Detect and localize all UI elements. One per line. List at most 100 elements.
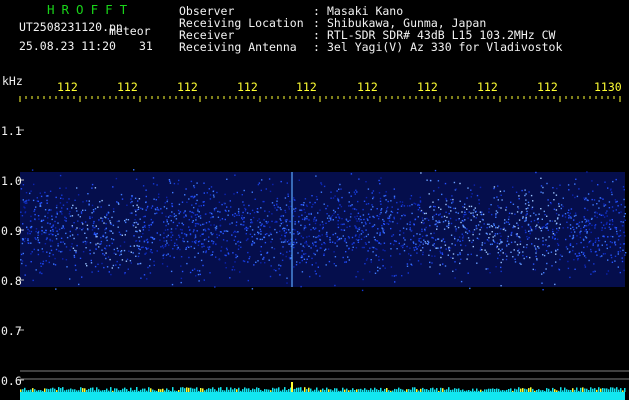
noise-dot [177,246,179,249]
noise-dot [151,237,154,239]
noise-dot [611,223,614,226]
noise-dot [406,205,409,207]
noise-dot [138,245,140,247]
noise-dot [58,228,61,231]
noise-dot [104,247,106,249]
noise-dot [35,228,38,230]
noise-dot [274,228,276,231]
noise-dot [88,204,90,206]
baseline-spike [180,387,182,392]
noise-dot [37,232,39,234]
baseline-spike [34,389,36,392]
noise-dot [522,216,524,218]
baseline-spike [486,389,488,392]
noise-dot [541,227,543,229]
noise-dot [466,208,468,210]
noise-dot [457,254,459,256]
noise-dot [580,227,582,230]
noise-dot [318,234,320,237]
noise-dot [202,251,205,253]
baseline-spike [346,388,348,392]
noise-dot [154,212,156,215]
noise-dot [360,233,363,235]
noise-dot [356,215,358,217]
noise-dot [126,258,129,261]
noise-dot [518,219,521,221]
noise-dot [365,229,367,231]
noise-dot [429,205,432,208]
noise-dot [156,232,158,234]
baseline-spike [98,389,100,392]
noise-dot [495,226,497,228]
noise-dot [175,228,177,230]
noise-dot [203,279,205,281]
noise-dot [624,213,626,215]
noise-dot [191,216,193,218]
noise-dot [334,195,336,197]
noise-dot [304,198,307,200]
noise-dot [306,244,308,246]
baseline-spike [462,389,464,392]
baseline-spike [266,389,268,392]
noise-dot [251,191,253,193]
x-tick-label: 112 [417,80,438,94]
noise-dot [328,220,330,222]
noise-dot [269,190,272,193]
noise-dot [354,193,356,195]
noise-dot [263,225,265,227]
noise-dot [142,226,144,229]
noise-dot [454,238,456,240]
noise-dot [369,247,371,249]
noise-dot [586,246,588,248]
noise-dot [542,186,544,189]
noise-dot [450,256,452,259]
noise-dot [387,200,389,203]
noise-dot [208,248,210,250]
noise-dot [376,215,378,217]
noise-dot [505,244,508,246]
noise-dot [234,174,236,176]
noise-dot [145,239,148,241]
noise-dot [119,254,121,256]
baseline-spike [618,389,620,392]
noise-dot [500,261,502,264]
noise-dot [207,240,210,243]
noise-dot [488,240,490,242]
noise-dot [472,231,474,233]
noise-dot [300,243,302,245]
baseline-fill [20,392,625,400]
noise-dot [238,208,240,210]
noise-dot [105,222,107,225]
baseline-spike [454,388,456,392]
noise-dot [305,226,307,229]
noise-dot [586,171,588,173]
noise-dot [333,251,335,253]
noise-dot [556,187,558,190]
noise-dot [385,191,387,193]
noise-dot [342,256,344,259]
noise-dot [34,218,36,221]
noise-dot [170,239,173,241]
noise-dot [588,224,590,226]
noise-dot [512,226,514,229]
noise-dot [234,261,236,263]
noise-dot [203,245,205,247]
noise-dot [414,218,417,220]
noise-dot [228,210,230,212]
noise-dot [483,223,485,225]
noise-dot [431,236,433,239]
noise-dot [569,276,571,279]
noise-dot [361,246,364,249]
noise-dot [89,253,91,255]
baseline-spike [64,390,66,392]
noise-dot [603,216,606,218]
noise-dot [125,218,128,221]
noise-dot [304,211,306,214]
noise-dot [54,227,57,229]
noise-dot [30,215,32,218]
noise-dot [97,228,100,230]
noise-dot [336,245,338,247]
noise-dot [197,208,199,210]
noise-dot [46,199,48,202]
noise-dot [590,248,592,251]
